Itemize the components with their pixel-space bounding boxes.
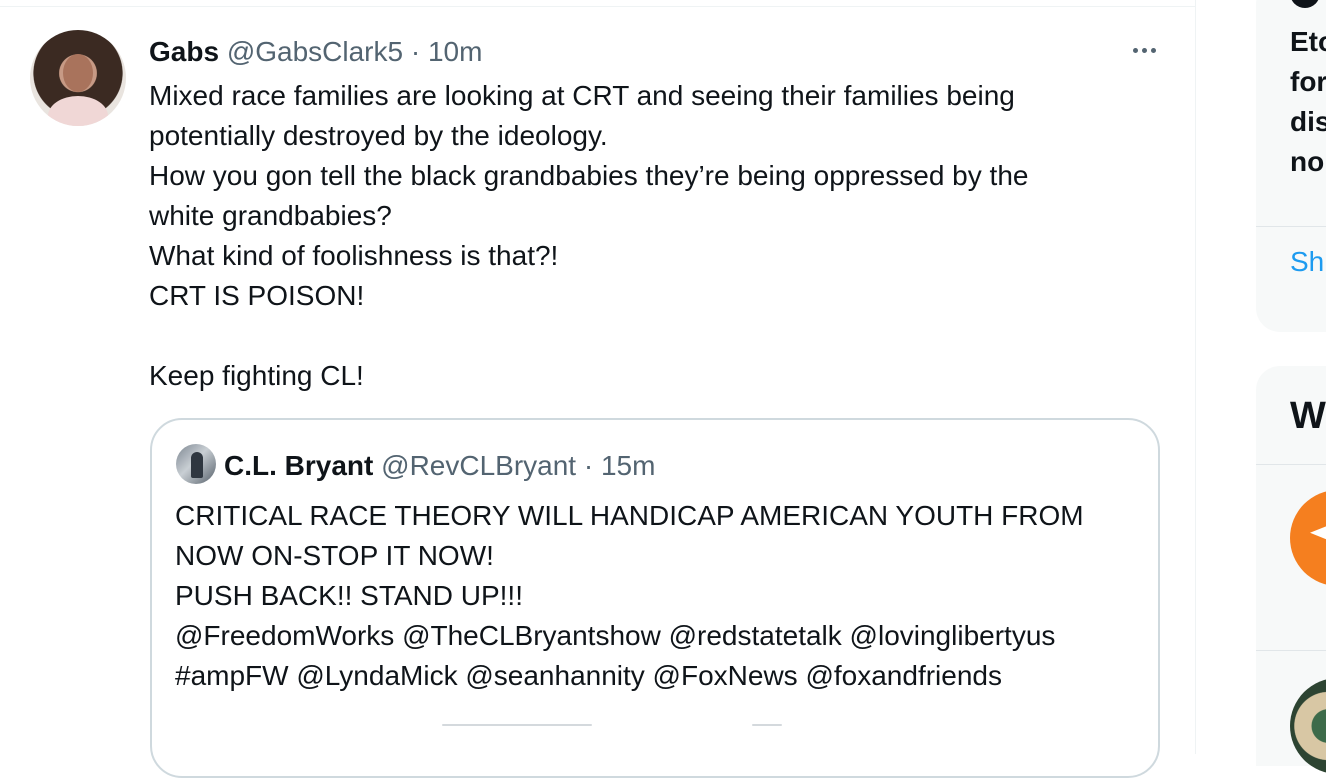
previous-tweet-divider — [0, 0, 1195, 7]
graduation-cap-icon — [1310, 524, 1326, 542]
panel-divider — [1256, 226, 1326, 227]
avatar-shirt — [48, 96, 108, 126]
quoted-author-handle: @RevCLBryant — [381, 450, 577, 481]
media-edge — [752, 724, 782, 726]
quoted-author-avatar — [176, 444, 216, 484]
show-more-link[interactable]: Sh — [1290, 242, 1324, 282]
author-name[interactable]: Gabs — [149, 36, 219, 67]
quoted-tweet-media[interactable] — [152, 720, 1158, 780]
tweet-timestamp[interactable]: 10m — [428, 36, 482, 67]
author-handle[interactable]: @GabsClark5 — [227, 36, 403, 67]
suggested-account-avatar[interactable] — [1290, 490, 1326, 586]
quoted-tweet-text: CRITICAL RACE THEORY WILL HANDICAP AMERI… — [175, 500, 1084, 691]
media-edge — [442, 724, 592, 726]
quoted-author-name: C.L. Bryant — [224, 450, 374, 481]
suggested-account-avatar[interactable] — [1290, 678, 1326, 774]
quoted-tweet-timestamp: 15m — [600, 450, 656, 481]
author-avatar[interactable] — [30, 30, 126, 126]
avatar-face — [63, 54, 93, 92]
quoted-avatar-figure — [191, 452, 203, 478]
who-to-follow-title: W — [1290, 395, 1326, 437]
timeline-column: Gabs @GabsClark5 · 10m Mixed race famili… — [0, 0, 1196, 778]
quoted-tweet-card[interactable]: C.L. Bryant @RevCLBryant · 15m CRITICAL … — [150, 418, 1160, 778]
more-options-icon[interactable] — [1124, 38, 1164, 62]
dot — [1141, 47, 1147, 53]
panel-divider — [1256, 650, 1326, 651]
header-separator: · — [410, 36, 421, 67]
quoted-header-separator: · — [583, 450, 594, 481]
quoted-tweet-header: C.L. Bryant @RevCLBryant · 15m — [224, 448, 655, 484]
trending-panel: T Eto for dis no Sh — [1256, 0, 1326, 332]
right-sidebar: T Eto for dis no Sh W — [1196, 0, 1326, 774]
dot — [1132, 47, 1138, 53]
tweet-header: Gabs @GabsClark5 · 10m — [149, 34, 482, 70]
dot — [1150, 47, 1156, 53]
trend-headline[interactable]: Eto for dis no — [1290, 22, 1326, 182]
tweet-body-text: Mixed race families are looking at CRT a… — [149, 80, 1029, 391]
publisher-logo-icon: T — [1290, 0, 1320, 8]
who-to-follow-panel: W — [1256, 366, 1326, 774]
panel-divider — [1256, 464, 1326, 465]
